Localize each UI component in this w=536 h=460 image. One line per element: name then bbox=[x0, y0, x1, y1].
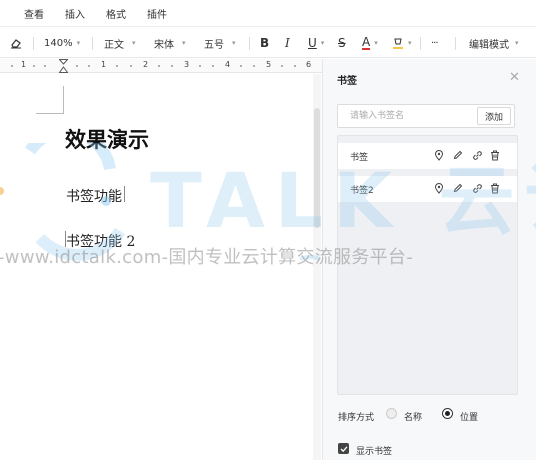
bookmark-panel: 书签 ✕ 添加 书签 书签2 bbox=[322, 59, 536, 460]
link-icon[interactable] bbox=[471, 182, 483, 194]
paragraph-style-value: 正文 bbox=[104, 39, 124, 51]
font-color-button[interactable]: A ▾ bbox=[362, 28, 378, 58]
bookmark-list: 书签 书签2 bbox=[337, 135, 518, 395]
document-paragraph-1[interactable]: 书签功能 bbox=[66, 186, 122, 206]
ruler-tick bbox=[253, 65, 255, 67]
ruler-tick bbox=[212, 65, 214, 67]
sort-by-position-radio[interactable] bbox=[442, 408, 453, 419]
bookmark-name: 书签2 bbox=[350, 185, 374, 196]
chevron-down-icon: ▾ bbox=[320, 39, 325, 47]
delete-icon[interactable] bbox=[489, 182, 501, 194]
zoom-value: 140% bbox=[44, 37, 73, 49]
chevron-down-icon: ▾ bbox=[182, 39, 186, 47]
sort-by-name-radio[interactable] bbox=[386, 408, 397, 419]
bold-button[interactable]: B bbox=[260, 28, 269, 58]
ruler-tick bbox=[281, 65, 283, 67]
show-bookmarks-label: 显示书签 bbox=[356, 447, 393, 457]
underline-button[interactable]: U ▾ bbox=[308, 28, 324, 58]
page-margin-corner bbox=[36, 86, 64, 114]
locate-icon[interactable] bbox=[433, 182, 445, 194]
show-bookmarks-checkbox[interactable] bbox=[338, 443, 349, 454]
toolbar-divider bbox=[455, 37, 456, 50]
edit-mode-value: 编辑模式 bbox=[469, 39, 509, 51]
menu-plugins[interactable]: 插件 bbox=[147, 6, 188, 21]
horizontal-ruler[interactable]: 1 1 2 3 4 5 6 bbox=[0, 59, 322, 73]
chevron-down-icon: ▾ bbox=[408, 39, 412, 47]
highlight-button[interactable]: ▾ bbox=[392, 28, 412, 58]
document-paragraph-2[interactable]: 书签功能 2 bbox=[66, 231, 135, 251]
edit-icon[interactable] bbox=[452, 182, 464, 194]
ruler-label: 1 bbox=[101, 60, 107, 69]
sort-by-name-label: 名称 bbox=[404, 413, 423, 423]
more-options-button[interactable]: ··· bbox=[431, 28, 438, 58]
ruler-tick bbox=[33, 65, 35, 67]
menu-format[interactable]: 格式 bbox=[106, 6, 147, 21]
chevron-down-icon: ▾ bbox=[515, 39, 519, 47]
ruler-tick bbox=[240, 65, 242, 67]
paragraph-style-select[interactable]: 正文 ▾ bbox=[104, 28, 136, 58]
toolbar-divider bbox=[33, 37, 34, 50]
ruler-label: 2 bbox=[143, 60, 149, 69]
toolbar-divider bbox=[249, 37, 250, 50]
ruler-label: 3 bbox=[184, 60, 190, 69]
ruler-tick bbox=[294, 65, 296, 67]
ruler-label: 4 bbox=[225, 60, 231, 69]
bookmark-name: 书签 bbox=[350, 152, 369, 163]
strikethrough-button[interactable]: S bbox=[338, 28, 346, 58]
chevron-down-icon: ▾ bbox=[76, 39, 81, 47]
close-icon[interactable]: ✕ bbox=[509, 70, 520, 85]
edit-icon[interactable] bbox=[452, 149, 464, 161]
ruler-tick bbox=[88, 65, 90, 67]
panel-title: 书签 bbox=[337, 76, 357, 87]
ruler-label: 6 bbox=[306, 60, 312, 69]
indent-marker-icon[interactable] bbox=[59, 59, 68, 73]
bookmark-item[interactable]: 书签 bbox=[338, 143, 517, 169]
ruler-label: 1 bbox=[21, 60, 27, 69]
document-canvas[interactable]: 效果演示 书签功能 书签功能 2 bbox=[0, 74, 312, 460]
document-scrollbar[interactable] bbox=[313, 74, 321, 460]
ruler-tick bbox=[76, 65, 78, 67]
toolbar: 140% ▾ 正文 ▾ 宋体 ▾ 五号 ▾ B I U ▾ S A ▾ ▾ ··… bbox=[0, 28, 536, 58]
document-heading[interactable]: 效果演示 bbox=[65, 124, 149, 154]
link-icon[interactable] bbox=[471, 149, 483, 161]
checkmark-icon bbox=[340, 445, 347, 452]
font-size-value: 五号 bbox=[204, 39, 224, 51]
toolbar-divider bbox=[420, 37, 421, 50]
ruler-tick bbox=[130, 65, 132, 67]
font-family-value: 宋体 bbox=[154, 39, 174, 51]
scrollbar-thumb[interactable] bbox=[314, 108, 320, 228]
font-size-select[interactable]: 五号 ▾ bbox=[204, 28, 236, 58]
bookmark-marker bbox=[124, 186, 125, 202]
underline-icon: U bbox=[308, 36, 317, 50]
chevron-down-icon: ▾ bbox=[132, 39, 136, 47]
font-family-select[interactable]: 宋体 ▾ bbox=[154, 28, 186, 58]
chevron-down-icon: ▾ bbox=[374, 39, 378, 47]
sort-by-position-label: 位置 bbox=[460, 413, 479, 423]
add-bookmark-button[interactable]: 添加 bbox=[477, 107, 511, 125]
toolbar-divider bbox=[92, 37, 93, 50]
bookmark-item[interactable]: 书签2 bbox=[338, 176, 517, 202]
ruler-tick bbox=[116, 65, 118, 67]
ruler-tick bbox=[158, 65, 160, 67]
sort-label: 排序方式 bbox=[338, 413, 375, 423]
bookmark-marker bbox=[65, 231, 66, 247]
menu-bar: 查看 插入 格式 插件 bbox=[0, 0, 536, 27]
ruler-label: 5 bbox=[266, 60, 272, 69]
highlighter-icon bbox=[393, 38, 403, 49]
zoom-select[interactable]: 140% ▾ bbox=[44, 28, 80, 58]
ruler-tick bbox=[199, 65, 201, 67]
eraser-icon[interactable] bbox=[10, 28, 22, 58]
menu-insert[interactable]: 插入 bbox=[65, 6, 106, 21]
delete-icon[interactable] bbox=[489, 149, 501, 161]
locate-icon[interactable] bbox=[433, 149, 445, 161]
ruler-tick bbox=[171, 65, 173, 67]
ruler-tick bbox=[44, 65, 46, 67]
chevron-down-icon: ▾ bbox=[232, 39, 236, 47]
edit-mode-select[interactable]: 编辑模式 ▾ bbox=[469, 28, 519, 58]
font-color-icon: A bbox=[362, 35, 371, 50]
italic-button[interactable]: I bbox=[285, 28, 290, 58]
menu-view[interactable]: 查看 bbox=[24, 6, 65, 21]
ruler-tick bbox=[11, 65, 13, 67]
